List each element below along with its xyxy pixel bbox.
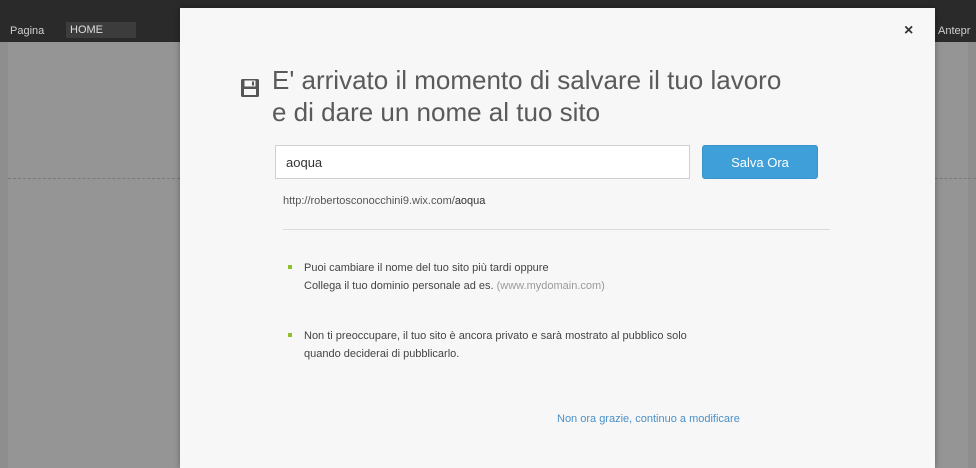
save-site-dialog: × E' arrivato il momento di salvare il t… — [180, 8, 935, 468]
site-url-preview: http://robertosconocchini9.wix.com/aoqua — [283, 195, 485, 207]
page-label: Pagina — [10, 25, 45, 37]
bullet-icon — [288, 333, 292, 337]
tip-rename-line-2: Collega il tuo dominio personale ad es. … — [304, 277, 834, 295]
canvas-guide-line-right — [935, 178, 976, 179]
domain-example: (www.mydomain.com) — [496, 280, 605, 292]
dialog-title-line-1: E' arrivato il momento di salvare il tuo… — [272, 65, 782, 95]
tip-rename: Puoi cambiare il nome del tuo sito più t… — [304, 259, 834, 295]
tip-privacy: Non ti preoccupare, il tuo sito è ancora… — [304, 327, 744, 363]
canvas-guide-line-left — [8, 178, 180, 179]
tip-rename-text: Collega il tuo dominio personale ad es. — [304, 280, 494, 292]
tip-rename-line-1: Puoi cambiare il nome del tuo sito più t… — [304, 262, 549, 274]
page-selector[interactable]: HOME — [66, 22, 136, 38]
close-icon[interactable]: × — [904, 22, 913, 40]
site-name-input[interactable] — [275, 145, 690, 179]
continue-editing-link[interactable]: Non ora grazie, continuo a modificare — [557, 413, 740, 425]
site-url-name: aoqua — [454, 195, 486, 207]
preview-button[interactable]: Antepr — [938, 25, 970, 37]
tip-privacy-line-2: quando deciderai di pubblicarlo. — [304, 348, 460, 360]
save-now-button[interactable]: Salva Ora — [702, 145, 818, 179]
site-url-prefix: http://robertosconocchini9.wix.com/ — [283, 195, 455, 207]
dialog-title: E' arrivato il momento di salvare il tuo… — [272, 64, 852, 128]
divider — [283, 229, 830, 230]
dialog-title-line-2: e di dare un nome al tuo sito — [272, 97, 601, 127]
bullet-icon — [288, 265, 292, 269]
tip-privacy-line-1: Non ti preoccupare, il tuo sito è ancora… — [304, 330, 687, 342]
save-icon — [241, 79, 259, 97]
